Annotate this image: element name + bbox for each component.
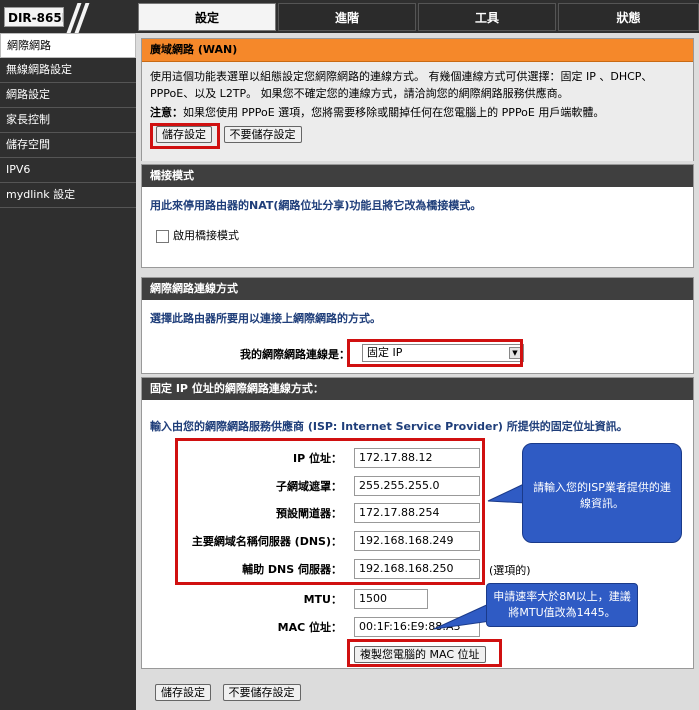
callout2-pointer xyxy=(433,602,492,630)
tab-advanced[interactable]: 進階 xyxy=(278,3,416,31)
tab-setup[interactable]: 設定 xyxy=(138,3,276,31)
mtu-callout: 申請速率大於8M以上，建議將MTU值改為1445。 xyxy=(486,583,638,627)
sidebar: 網際網路 無線網路設定 網路設定 家長控制 儲存空間 IPV6 mydlink … xyxy=(0,33,136,710)
main-content: 廣域網路 (WAN) 使用這個功能表選單以組態設定您網際網路的連線方式。 有幾個… xyxy=(136,33,699,710)
callout1-pointer xyxy=(487,482,527,504)
logo-slashes xyxy=(64,3,90,33)
sidebar-item-network[interactable]: 網路設定 xyxy=(0,83,136,108)
tab-tools[interactable]: 工具 xyxy=(418,3,556,31)
tab-status[interactable]: 狀態 xyxy=(558,3,699,31)
sidebar-item-ipv6[interactable]: IPV6 xyxy=(0,158,136,183)
footer-save-button[interactable]: 儲存設定 xyxy=(155,684,211,701)
model-name: DIR-865L xyxy=(4,7,64,27)
logo: DIR-865L xyxy=(0,0,136,33)
sidebar-item-mydlink[interactable]: mydlink 設定 xyxy=(0,183,136,208)
sidebar-item-storage[interactable]: 儲存空間 xyxy=(0,133,136,158)
sidebar-item-internet[interactable]: 網際網路 xyxy=(0,33,136,58)
footer-dont-save-button[interactable]: 不要儲存設定 xyxy=(222,684,301,701)
sidebar-item-wireless[interactable]: 無線網路設定 xyxy=(0,58,136,83)
sidebar-item-parental[interactable]: 家長控制 xyxy=(0,108,136,133)
isp-info-callout: 請輸入您的ISP業者提供的連線資訊。 xyxy=(522,443,682,543)
footer-buttons: 儲存設定 不要儲存設定 xyxy=(155,684,301,701)
